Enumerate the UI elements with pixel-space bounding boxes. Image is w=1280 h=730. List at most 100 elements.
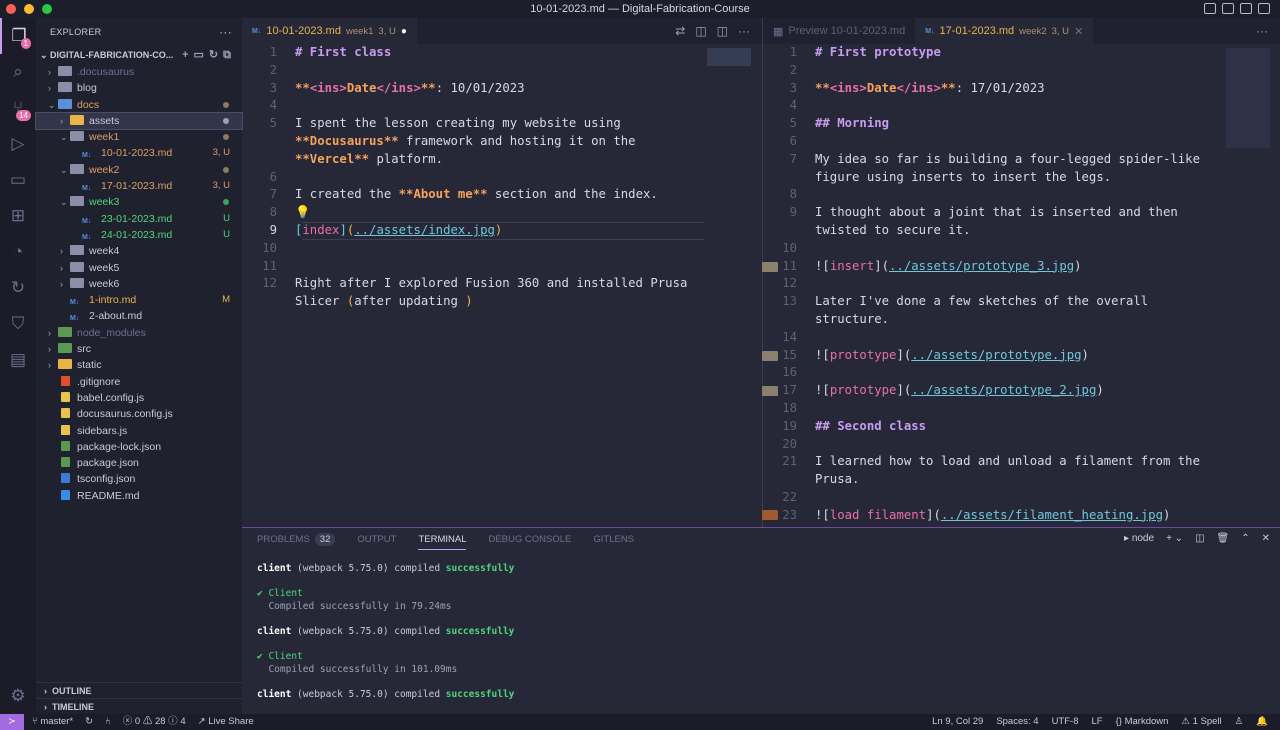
tree-item[interactable]: package-lock.json [36,439,242,455]
code-line[interactable]: 12 Right after I explored Fusion 360 and … [255,275,760,293]
code-line[interactable]: **Docusaurus** framework and hosting it … [255,133,760,151]
tree-item[interactable]: M↓ 17-01-2023.md 3, U [36,178,242,194]
open-preview-side-icon[interactable]: ◫ [695,24,706,38]
minimize-window-button[interactable] [24,4,34,14]
testing-icon[interactable]: ⛉ [0,306,36,342]
tree-item[interactable]: ⌄ week1 [36,129,242,145]
more-actions-icon[interactable]: ··· [1256,24,1268,38]
timeline-section[interactable]: › TIMELINE [36,698,242,714]
tree-item[interactable]: docusaurus.config.js [36,406,242,422]
line-ending[interactable]: LF [1091,714,1102,730]
terminal-output[interactable]: client (webpack 5.75.0) compiled success… [257,563,514,702]
sync-icon[interactable]: ↻ [85,714,93,730]
close-tab-icon[interactable]: ✕ [1074,25,1083,38]
tab-debug-console[interactable]: DEBUG CONSOLE [488,534,571,550]
toggle-sidebar-icon[interactable] [1204,3,1216,14]
code-line[interactable]: 9 I thought about a joint that is inserte… [775,204,1225,222]
source-control-icon[interactable]: ⑂ 14 [0,90,36,126]
code-line[interactable]: 11 ![insert](../assets/prototype_3.jpg) [775,258,1225,276]
remote-indicator-icon[interactable]: ≻ [0,714,24,730]
tree-item[interactable]: babel.config.js [36,390,242,406]
code-line[interactable]: **Vercel** platform. [255,151,760,169]
new-folder-icon[interactable]: ▭ [194,49,209,61]
code-line[interactable]: 3 ** <ins> Date </ins> **: 17/01/2023 [775,80,1225,98]
more-actions-icon[interactable]: ··· [738,24,750,38]
code-line[interactable]: 8 💡 [255,204,760,222]
code-line[interactable]: 11 [255,258,760,276]
maximize-panel-icon[interactable]: ⌃ [1241,533,1249,544]
code-line[interactable]: 13 Later I've done a few sketches of the … [775,293,1225,311]
outline-section[interactable]: › OUTLINE [36,682,242,698]
tree-item[interactable]: › src [36,341,242,357]
code-line[interactable]: 6 [255,169,760,187]
split-editor-icon[interactable]: ◫ [717,24,728,38]
split-terminal-icon[interactable]: ◫ [1195,533,1204,544]
open-changes-icon[interactable]: ⇄ [675,24,685,38]
tree-item[interactable]: README.md [36,488,242,504]
code-line[interactable]: 21 I learned how to load and unload a fil… [775,453,1225,471]
code-line[interactable]: 5 I spent the lesson creating my website … [255,115,760,133]
toggle-panel-icon[interactable] [1222,3,1234,14]
code-line[interactable]: 19 ## Second class [775,418,1225,436]
code-line[interactable]: 9 [index](../assets/index.jpg) [255,222,760,240]
minimap[interactable] [707,48,751,66]
tab-10-01-2023[interactable]: M↓ 10-01-2023.md week1 3, U ● [242,18,417,44]
code-line[interactable]: 7 My idea so far is building a four-legge… [775,151,1225,169]
code-line[interactable]: 1 # First class [255,44,760,62]
search-icon[interactable]: ⌕ [0,54,36,90]
tree-item[interactable]: ⌄ docs [36,97,242,113]
code-line[interactable]: 7 I created the **About me** section and … [255,186,760,204]
tree-item[interactable]: › static [36,357,242,373]
tree-item[interactable]: package.json [36,455,242,471]
new-file-icon[interactable]: + [182,49,193,61]
new-terminal-icon[interactable]: + ⌄ [1166,533,1183,544]
collapse-all-icon[interactable]: ⧉ [223,49,236,61]
extensions-icon[interactable]: ⊞ [0,198,36,234]
tree-item[interactable]: › assets [35,111,243,131]
code-line[interactable]: 22 [775,489,1225,507]
code-line[interactable]: 16 [775,364,1225,382]
tree-item[interactable]: M↓ 24-01-2023.md U [36,227,242,243]
tab-problems[interactable]: PROBLEMS 32 [257,533,336,550]
kill-terminal-icon[interactable]: 🗑 [1217,533,1230,544]
tree-item[interactable]: › blog [36,80,242,96]
code-line[interactable]: 10 [775,240,1225,258]
tree-item[interactable]: .gitignore [36,374,242,390]
tree-item[interactable]: ⌄ week2 [36,162,242,178]
tree-item[interactable]: M↓ 23-01-2023.md U [36,211,242,227]
tab-output[interactable]: OUTPUT [357,534,396,550]
tree-item[interactable]: › week6 [36,276,242,292]
notifications-icon[interactable]: 🔔 [1256,714,1268,730]
tab-17-01-2023[interactable]: M↓ 17-01-2023.md week2 3, U ✕ [915,18,1094,44]
more-actions-icon[interactable]: ··· [219,18,232,46]
accounts-icon[interactable]: ♙ [1235,714,1244,730]
tree-item[interactable]: ⌄ week3 [36,194,242,210]
code-line[interactable]: 2 [775,62,1225,80]
close-window-button[interactable] [6,4,16,14]
cursor-position[interactable]: Ln 9, Col 29 [932,714,983,730]
code-line[interactable]: 8 [775,186,1225,204]
customize-layout-icon[interactable] [1258,3,1270,14]
minimap[interactable] [1226,48,1270,148]
code-line[interactable]: 23 ![load filament](../assets/filament_he… [775,507,1225,525]
toggle-secondary-sidebar-icon[interactable] [1240,3,1252,14]
refresh-icon[interactable]: ↻ [209,49,223,61]
code-line[interactable]: 4 [775,97,1225,115]
code-line[interactable]: 2 [255,62,760,80]
tree-item[interactable]: › week4 [36,243,242,259]
right-editor[interactable]: 1 # First prototype 2 3 ** <ins> Date </ins> **:… [775,44,1225,527]
live-share-icon[interactable]: ↻ [0,270,36,306]
live-share-button[interactable]: ↗ Live Share [198,714,254,730]
branch-indicator[interactable]: ⑂ master* [32,714,73,730]
code-line[interactable]: figure using inserts to insert the legs. [775,169,1225,187]
tree-item[interactable]: › .docusaurus [36,64,242,80]
indentation[interactable]: Spaces: 4 [996,714,1038,730]
maximize-window-button[interactable] [42,4,52,14]
gitlens-status-icon[interactable]: ⑃ [105,714,111,730]
tab-preview[interactable]: ▦ Preview 10-01-2023.md [763,18,915,44]
remote-explorer-icon[interactable]: ▭ [0,162,36,198]
spell-check[interactable]: ⚠ 1 Spell [1181,714,1221,730]
code-line[interactable]: 18 [775,400,1225,418]
editor-split-divider[interactable] [762,18,763,527]
tree-item[interactable]: › week5 [36,260,242,276]
